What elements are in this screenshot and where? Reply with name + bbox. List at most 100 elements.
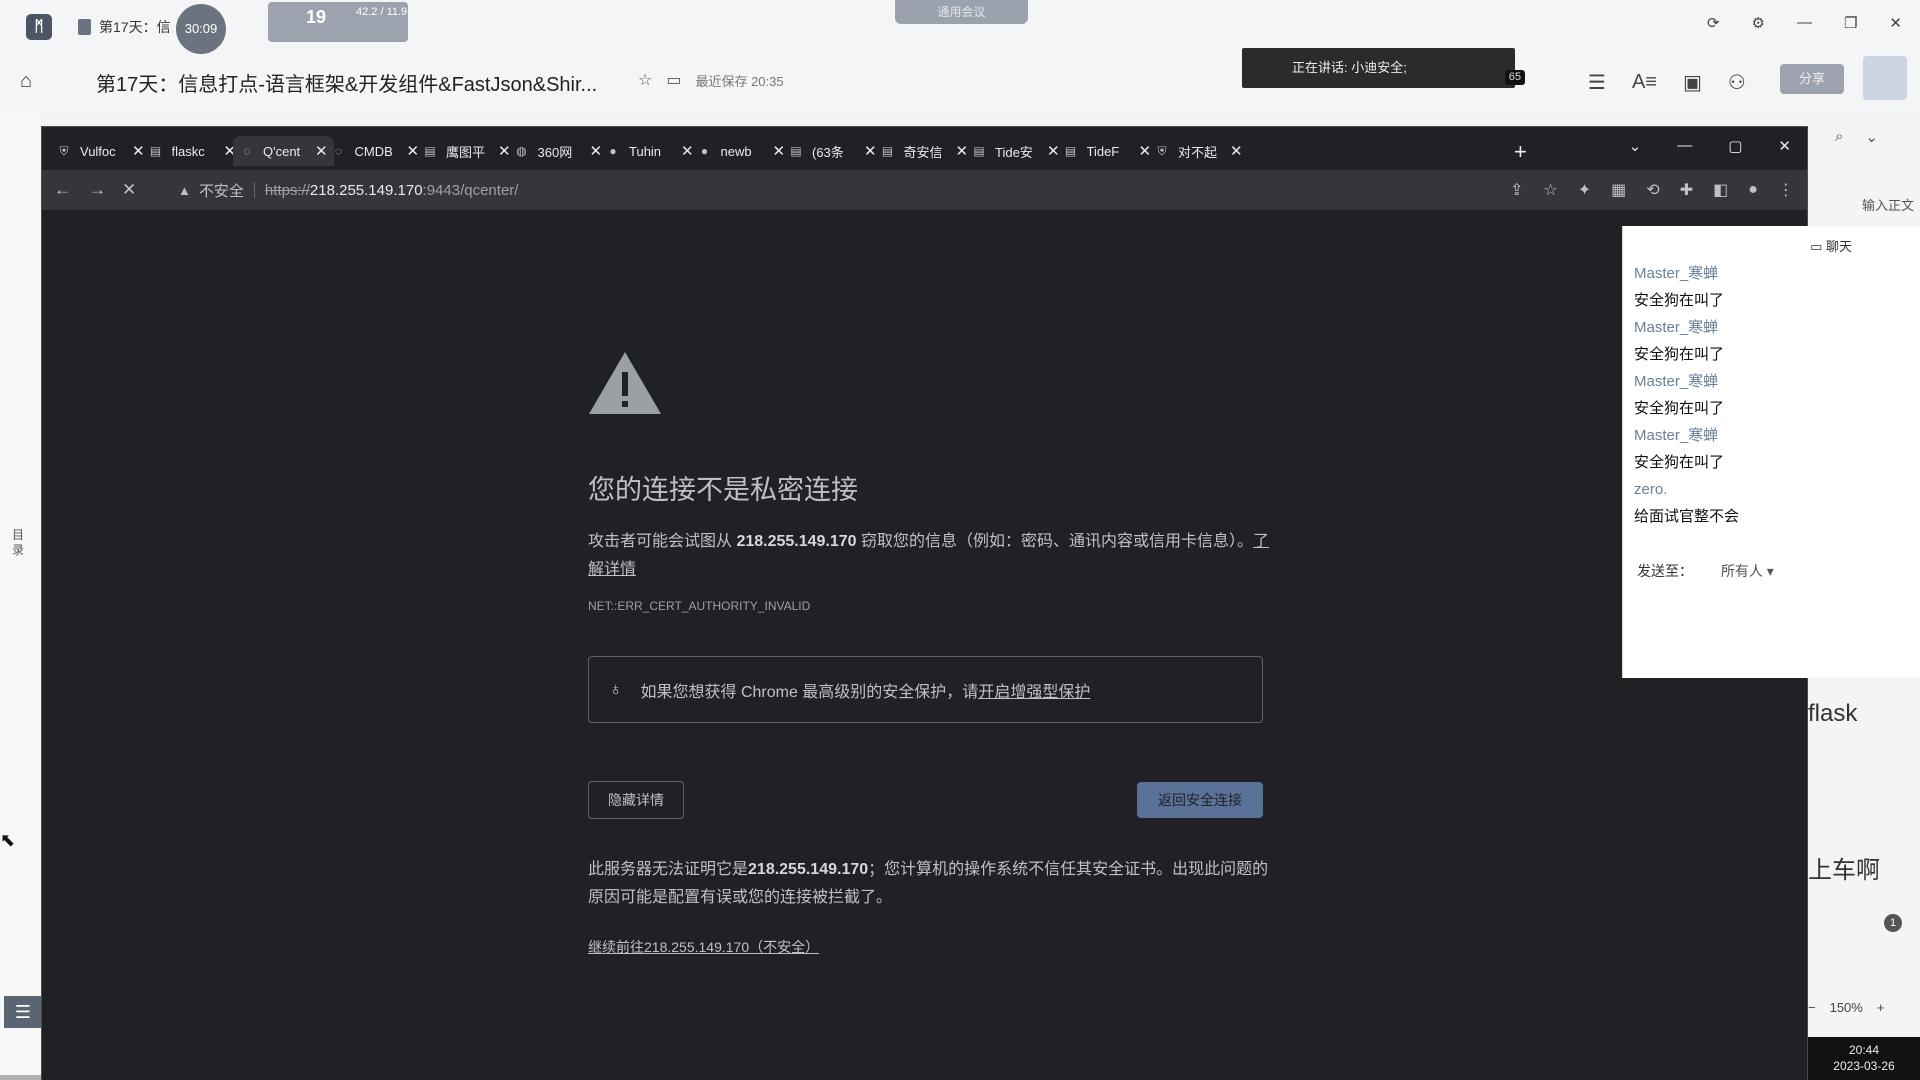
search-icon[interactable]: ⌕ xyxy=(1835,128,1843,146)
app-window-controls: ⟳ ⚙ — ❐ ✕ xyxy=(1707,14,1902,32)
extension-c-icon[interactable]: ⟲ xyxy=(1646,180,1659,200)
folder-icon[interactable]: ▭ xyxy=(666,70,681,90)
tab-title: 鹰图平 xyxy=(446,144,486,160)
enhanced-protection-link[interactable]: 开启增强型保护 xyxy=(978,678,1090,702)
address-separator xyxy=(253,182,255,198)
browser-tab[interactable]: ◌ CMDB ✕ xyxy=(325,136,426,166)
error-description: 攻击者可能会试图从 218.255.149.170 窃取您的信息（例如：密码、通… xyxy=(588,528,1278,584)
github-icon: ● xyxy=(700,144,709,158)
hide-details-button[interactable]: 隐藏详情 xyxy=(588,781,684,819)
zoom-in-icon[interactable]: + xyxy=(1877,1000,1885,1015)
clock-date: 2023-03-26 xyxy=(1833,1059,1895,1073)
doc-tools: ☆ ▭ 最近保存 20:35 xyxy=(638,70,784,90)
tab-title: flaskc xyxy=(171,143,205,159)
profile-icon[interactable]: ● xyxy=(1748,181,1758,199)
back-icon[interactable]: ← xyxy=(54,180,71,200)
desc-before: 攻击者可能会试图从 xyxy=(588,533,737,550)
minimize-icon[interactable]: — xyxy=(1797,14,1812,32)
browser-toolbar: ← → ✕ ▲ 不安全 https:// 218.255.149.170 :94… xyxy=(42,170,1807,210)
extensions-puzzle-icon[interactable]: ✚ xyxy=(1680,180,1693,200)
clock-time: 20:44 xyxy=(1848,1043,1880,1057)
maximize-icon[interactable]: ❐ xyxy=(1844,14,1857,32)
document-icon xyxy=(78,19,91,35)
settings-icon[interactable]: ⚙ xyxy=(1752,14,1765,32)
app-doc-tab[interactable]: 第17天：信 xyxy=(78,14,171,40)
tab-title: Tuhin xyxy=(629,143,662,159)
chat-sender-name: zero. xyxy=(1634,481,1668,498)
chat-sender-name: Master_寒蝉 xyxy=(1634,373,1719,390)
close-icon[interactable]: ✕ xyxy=(1889,14,1902,32)
zoom-control: − 150% + xyxy=(1808,1000,1884,1015)
speaking-text: 正在讲话: 小迪安全; xyxy=(1292,60,1407,75)
url-path: :9443/qcenter/ xyxy=(422,181,519,199)
loading-icon: ◌ xyxy=(334,144,343,158)
tab-title: CMDB xyxy=(354,143,393,159)
stop-loading-icon[interactable]: ✕ xyxy=(122,180,136,200)
refresh-icon[interactable]: ⟳ xyxy=(1707,14,1720,32)
browser-tab[interactable]: ▤ 奇安信 ✕ xyxy=(874,136,975,166)
toc-label[interactable]: 目录 xyxy=(12,528,26,558)
page-icon: ▤ xyxy=(149,144,162,158)
doc-right-tools: ☰ A≡ ▣ ⚇ xyxy=(1588,70,1746,95)
lightbulb-icon: ♁ xyxy=(609,679,623,699)
tab-title: 奇安信 xyxy=(903,144,943,160)
browser-tab[interactable]: ▤ TideF ✕ xyxy=(1057,136,1158,166)
back-to-safety-button[interactable]: 返回安全连接 xyxy=(1137,782,1263,818)
not-secure-label[interactable]: 不安全 xyxy=(199,180,244,201)
tab-close-icon[interactable]: ✕ xyxy=(1230,142,1243,160)
font-size-icon[interactable]: A≡ xyxy=(1632,71,1657,94)
page-icon: ▤ xyxy=(881,144,894,158)
notification-badge: 1 xyxy=(1884,914,1902,932)
browser-tab[interactable]: ⛨ Vulfoc ✕ xyxy=(50,136,151,166)
close-icon[interactable]: ✕ xyxy=(1778,137,1791,155)
error-title: 您的连接不是私密连接 xyxy=(588,475,858,505)
side-panel-icon[interactable]: ◧ xyxy=(1713,180,1728,200)
url-host: 218.255.149.170 xyxy=(309,181,423,199)
page-icon: ▤ xyxy=(790,144,802,158)
present-icon[interactable]: ▣ xyxy=(1683,70,1702,95)
new-tab-icon[interactable]: + xyxy=(1514,139,1527,165)
extension-b-icon[interactable]: ▦ xyxy=(1611,180,1626,200)
browser-tab[interactable]: ● newb ✕ xyxy=(691,136,792,166)
document-title[interactable]: 第17天：信息打点-语言框架&开发组件&FastJson&Shir... xyxy=(96,68,597,97)
proceed-unsafe-link[interactable]: 继续前往218.255.149.170（不安全） xyxy=(588,937,819,957)
browser-tab[interactable]: ▤ Tide安 ✕ xyxy=(965,136,1066,166)
app-logo-icon[interactable]: ᛗ xyxy=(26,14,52,40)
tab-search-icon[interactable]: ⌄ xyxy=(1629,137,1642,155)
address-bar[interactable]: ▲ 不安全 https:// 218.255.149.170 :9443/qce… xyxy=(166,175,1529,205)
browser-tab[interactable]: ▤ 鹰图平 ✕ xyxy=(416,136,517,166)
extension-a-icon[interactable]: ✦ xyxy=(1578,180,1591,200)
meeting-pill[interactable]: 通用会议 xyxy=(895,0,1028,24)
browser-tab[interactable]: ◍ 360网 ✕ xyxy=(508,136,609,166)
minimize-icon[interactable]: — xyxy=(1677,137,1692,155)
outline-icon[interactable]: ☰ xyxy=(1588,70,1606,95)
warning-icon[interactable]: ▲ xyxy=(178,183,191,198)
chevron-down-icon[interactable]: ⌄ xyxy=(1865,128,1878,146)
home-icon[interactable]: ⌂ xyxy=(20,70,32,93)
page-icon: ▤ xyxy=(1064,144,1077,158)
warning-triangle-icon xyxy=(589,352,661,414)
zoom-out-icon[interactable]: − xyxy=(1808,1000,1816,1015)
send-to-select[interactable]: 所有人 ▾ xyxy=(1721,563,1774,579)
chat-title: 聊天 xyxy=(1825,239,1852,254)
browser-tab[interactable]: ⛨ 对不起 ✕ xyxy=(1148,136,1249,166)
shield-icon: ⛨ xyxy=(1157,143,1167,158)
tab-title: Tide安 xyxy=(995,144,1033,160)
browser-tab[interactable]: ▤ flaskc ✕ xyxy=(142,136,243,166)
browser-tab[interactable]: ◌ Q'cent ✕ xyxy=(233,136,334,166)
star-icon[interactable]: ☆ xyxy=(638,70,652,90)
collaborator-icon[interactable]: ⚇ xyxy=(1728,70,1746,95)
menu-kebab-icon[interactable]: ⋮ xyxy=(1778,180,1794,200)
maximize-icon[interactable]: ▢ xyxy=(1728,137,1742,155)
browser-tab[interactable]: ● Tuhin ✕ xyxy=(599,136,700,166)
chat-message-text: 安全狗在叫了 xyxy=(1634,454,1725,471)
bookmark-star-icon[interactable]: ☆ xyxy=(1543,180,1557,200)
avatar[interactable] xyxy=(1863,56,1907,100)
list-menu-icon[interactable]: ☰ xyxy=(4,996,42,1028)
enhanced-protection-box: ♁ 如果您想获得 Chrome 最高级别的安全保护，请 开启增强型保护 xyxy=(588,656,1263,723)
browser-tab[interactable]: ▤ (63条 ✕ xyxy=(782,136,883,166)
forward-icon[interactable]: → xyxy=(89,180,106,200)
enhanced-text: 如果您想获得 Chrome 最高级别的安全保护，请 xyxy=(640,683,979,701)
share-icon[interactable]: ⇪ xyxy=(1510,180,1523,200)
share-button[interactable]: 分享 xyxy=(1780,64,1844,94)
